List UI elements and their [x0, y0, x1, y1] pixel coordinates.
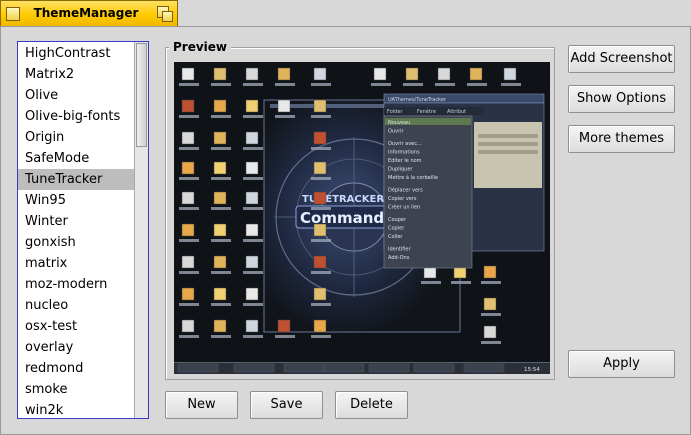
screenshot-menu-item: Ouvrir	[388, 129, 405, 135]
theme-list-item[interactable]: Matrix2	[18, 64, 135, 85]
screenshot-taskbar-item	[413, 363, 455, 373]
theme-list-item[interactable]: osx-test	[18, 316, 135, 337]
theme-list-item[interactable]: Origin	[18, 127, 135, 148]
screenshot-file-window-title: UAThemes/TuneTracker	[388, 97, 447, 103]
theme-list-item[interactable]: Win95	[18, 190, 135, 211]
scrollbar-thumb[interactable]	[136, 43, 147, 147]
delete-theme-button[interactable]: Delete	[335, 391, 408, 419]
screenshot-menu-item: Copier vers	[388, 196, 417, 202]
add-screenshot-button[interactable]: Add Screenshot	[568, 45, 675, 73]
screenshot-menu-item: Dupliquer	[388, 167, 413, 173]
screenshot-menu-item: Déplacer vers	[388, 187, 423, 194]
save-theme-button[interactable]: Save	[250, 391, 323, 419]
window-title-tab[interactable]: ThemeManager	[0, 0, 178, 26]
theme-list-item[interactable]: redmond	[18, 358, 135, 379]
zoom-button[interactable]	[157, 6, 174, 23]
screenshot-taskbar-clock: 15:54	[524, 367, 540, 373]
theme-list-item[interactable]: TuneTracker	[18, 169, 135, 190]
theme-list-item[interactable]: smoke	[18, 379, 135, 400]
screenshot-menu-item: Coller	[388, 234, 403, 240]
screenshot-menu-item: Copier	[388, 226, 405, 232]
screenshot-taskbar-item	[323, 363, 365, 373]
theme-list-item[interactable]: nucleo	[18, 295, 135, 316]
theme-list[interactable]: HighContrast Matrix2 Olive Olive-big-fonts O…	[17, 41, 149, 419]
screenshot-menu-item: Créer un lien	[388, 204, 420, 211]
screenshot-menu-tab: Attribut	[447, 109, 466, 115]
screenshot-taskbar-item	[283, 363, 325, 373]
screenshot-menu-item: Identifier	[388, 247, 411, 253]
screenshot-taskbar-item	[463, 363, 505, 373]
theme-list-scrollbar[interactable]	[134, 42, 148, 418]
screenshot-menu-tab: Fenêtre	[417, 108, 436, 115]
screenshot-menu-item: Informations	[388, 150, 420, 156]
screenshot-taskbar-item	[233, 363, 275, 373]
theme-list-item[interactable]: Olive-big-fonts	[18, 106, 135, 127]
show-options-button[interactable]: Show Options	[568, 85, 675, 113]
theme-list-item[interactable]: gonxish	[18, 232, 135, 253]
theme-preview-screenshot: TUNETRACKER Command C UAThemes/TuneTrack…	[174, 62, 550, 374]
theme-list-item[interactable]: win2k	[18, 400, 135, 418]
close-button[interactable]	[6, 7, 20, 21]
screenshot-menu-item: Add-Ons	[388, 255, 410, 261]
more-themes-button[interactable]: More themes	[568, 125, 675, 153]
screenshot-menu-tab: Folder	[387, 109, 403, 115]
screenshot-menu-item: Ouvrir avec...	[388, 141, 422, 147]
theme-list-item[interactable]: Olive	[18, 85, 135, 106]
theme-list-item[interactable]: matrix	[18, 253, 135, 274]
theme-manager-window: HighContrast Matrix2 Olive Olive-big-fonts O…	[0, 26, 691, 435]
screenshot-taskbar-item	[368, 363, 410, 373]
theme-list-item[interactable]: HighContrast	[18, 43, 135, 64]
window-title: ThemeManager	[33, 6, 139, 20]
screenshot-menu-tabs: Folder Fenêtre Attribut	[387, 108, 466, 115]
theme-list-item[interactable]: SafeMode	[18, 148, 135, 169]
theme-list-item[interactable]: Winter	[18, 211, 135, 232]
screenshot-taskbar-item	[177, 363, 219, 373]
screenshot-menu-item: Couper	[388, 217, 407, 223]
new-theme-button[interactable]: New	[165, 391, 238, 419]
screenshot-menu-item: Nouveau	[388, 120, 410, 126]
screenshot-menu-item: Editer le nom	[388, 158, 422, 164]
theme-list-item[interactable]: overlay	[18, 337, 135, 358]
preview-label: Preview	[169, 40, 232, 54]
screenshot-menu-item: Mettre à la corbeille	[388, 174, 438, 181]
theme-list-item[interactable]: moz-modern	[18, 274, 135, 295]
apply-button[interactable]: Apply	[568, 350, 675, 378]
